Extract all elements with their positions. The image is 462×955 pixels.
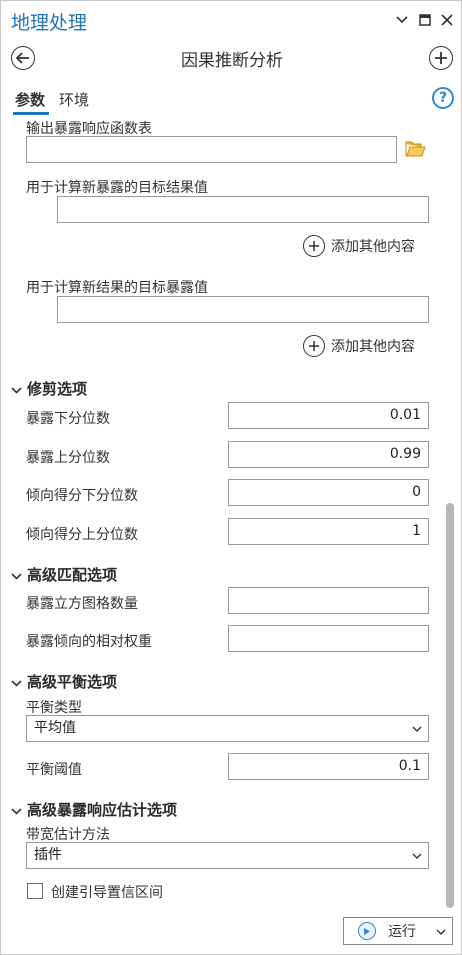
add-other-label: 添加其他内容 <box>331 339 415 355</box>
exposure-lower-label: 暴露下分位数 <box>26 411 110 427</box>
ps-upper-label: 倾向得分上分位数 <box>26 527 138 543</box>
run-button[interactable]: 运行 <box>343 917 453 945</box>
balance-type-label: 平衡类型 <box>26 700 82 716</box>
balance-type-select[interactable]: 平均值 <box>26 715 429 742</box>
options-chevron-icon[interactable] <box>394 10 410 30</box>
tab-parameters[interactable]: 参数 <box>15 89 45 110</box>
chevron-down-icon[interactable] <box>436 923 446 939</box>
ps-lower-label: 倾向得分下分位数 <box>26 488 138 504</box>
balance-type-value: 平均值 <box>34 720 76 736</box>
balancing-options-section[interactable]: 高级平衡选项 <box>11 671 117 692</box>
exposure-upper-label: 暴露上分位数 <box>26 450 110 466</box>
target-exposure-input[interactable] <box>57 296 429 323</box>
section-title: 高级匹配选项 <box>27 566 118 584</box>
chevron-down-icon <box>11 673 25 691</box>
ps-lower-input[interactable]: 0 <box>228 479 429 506</box>
scrollbar-thumb[interactable] <box>446 503 454 908</box>
balance-threshold-label: 平衡阈值 <box>26 762 82 778</box>
target-outcome-input[interactable] <box>57 196 429 223</box>
add-button[interactable] <box>429 46 453 70</box>
play-icon <box>358 922 376 940</box>
help-icon[interactable]: ? <box>432 87 454 109</box>
run-label: 运行 <box>388 924 416 940</box>
output-erf-table-input[interactable] <box>26 136 397 163</box>
bootstrap-checkbox[interactable] <box>27 883 43 899</box>
cube-count-input[interactable] <box>228 587 429 614</box>
target-exposure-label: 用于计算新结果的目标暴露值 <box>26 280 208 296</box>
chevron-down-icon <box>11 566 25 584</box>
maximize-icon[interactable] <box>417 10 433 30</box>
active-tab-indicator <box>13 112 49 115</box>
section-title: 高级暴露响应估计选项 <box>27 801 178 819</box>
folder-open-icon[interactable] <box>405 141 427 162</box>
relative-weight-label: 暴露倾向的相对权重 <box>26 634 152 650</box>
tool-title: 因果推断分析 <box>181 51 283 71</box>
matching-options-section[interactable]: 高级匹配选项 <box>11 564 117 585</box>
balance-threshold-input[interactable]: 0.1 <box>228 753 429 780</box>
bandwidth-method-label: 带宽估计方法 <box>26 827 110 843</box>
chevron-down-icon <box>412 843 422 868</box>
parameters-panel: 输出暴露响应函数表 用于计算新暴露的目标结果值 添加其他内容 用于计算新结果的目… <box>1 117 441 912</box>
output-erf-table-label: 输出暴露响应函数表 <box>26 121 152 137</box>
add-other-exposure-button[interactable]: 添加其他内容 <box>303 335 415 357</box>
plus-icon <box>435 52 447 64</box>
close-icon[interactable] <box>439 10 455 30</box>
section-title: 高级平衡选项 <box>27 673 118 691</box>
chevron-down-icon <box>412 716 422 741</box>
pane-title: 地理处理 <box>11 12 88 34</box>
chevron-down-icon <box>11 380 25 398</box>
section-title: 修剪选项 <box>27 380 88 398</box>
bootstrap-label: 创建引导置信区间 <box>51 885 163 901</box>
target-outcome-label: 用于计算新暴露的目标结果值 <box>26 180 208 196</box>
exposure-lower-input[interactable]: 0.01 <box>228 402 429 429</box>
erf-options-section[interactable]: 高级暴露响应估计选项 <box>11 799 177 820</box>
trim-options-section[interactable]: 修剪选项 <box>11 378 87 399</box>
geoprocessing-pane: 地理处理 因果推断分析 参数 环境 ? 输出暴露响应函数表 用于计算新暴露的目标… <box>0 0 462 955</box>
bandwidth-method-select[interactable]: 插件 <box>26 842 429 869</box>
add-other-outcome-button[interactable]: 添加其他内容 <box>303 235 415 257</box>
tab-environments[interactable]: 环境 <box>59 89 89 110</box>
ps-upper-input[interactable]: 1 <box>228 518 429 545</box>
pane-title-bar: 地理处理 <box>1 1 461 41</box>
scrollbar[interactable] <box>444 117 456 912</box>
plus-circle-icon <box>303 235 325 257</box>
cube-count-label: 暴露立方图格数量 <box>26 596 138 612</box>
chevron-down-icon <box>11 801 25 819</box>
bandwidth-method-value: 插件 <box>34 847 62 863</box>
relative-weight-input[interactable] <box>228 625 429 652</box>
plus-circle-icon <box>303 335 325 357</box>
exposure-upper-input[interactable]: 0.99 <box>228 441 429 468</box>
add-other-label: 添加其他内容 <box>331 239 415 255</box>
